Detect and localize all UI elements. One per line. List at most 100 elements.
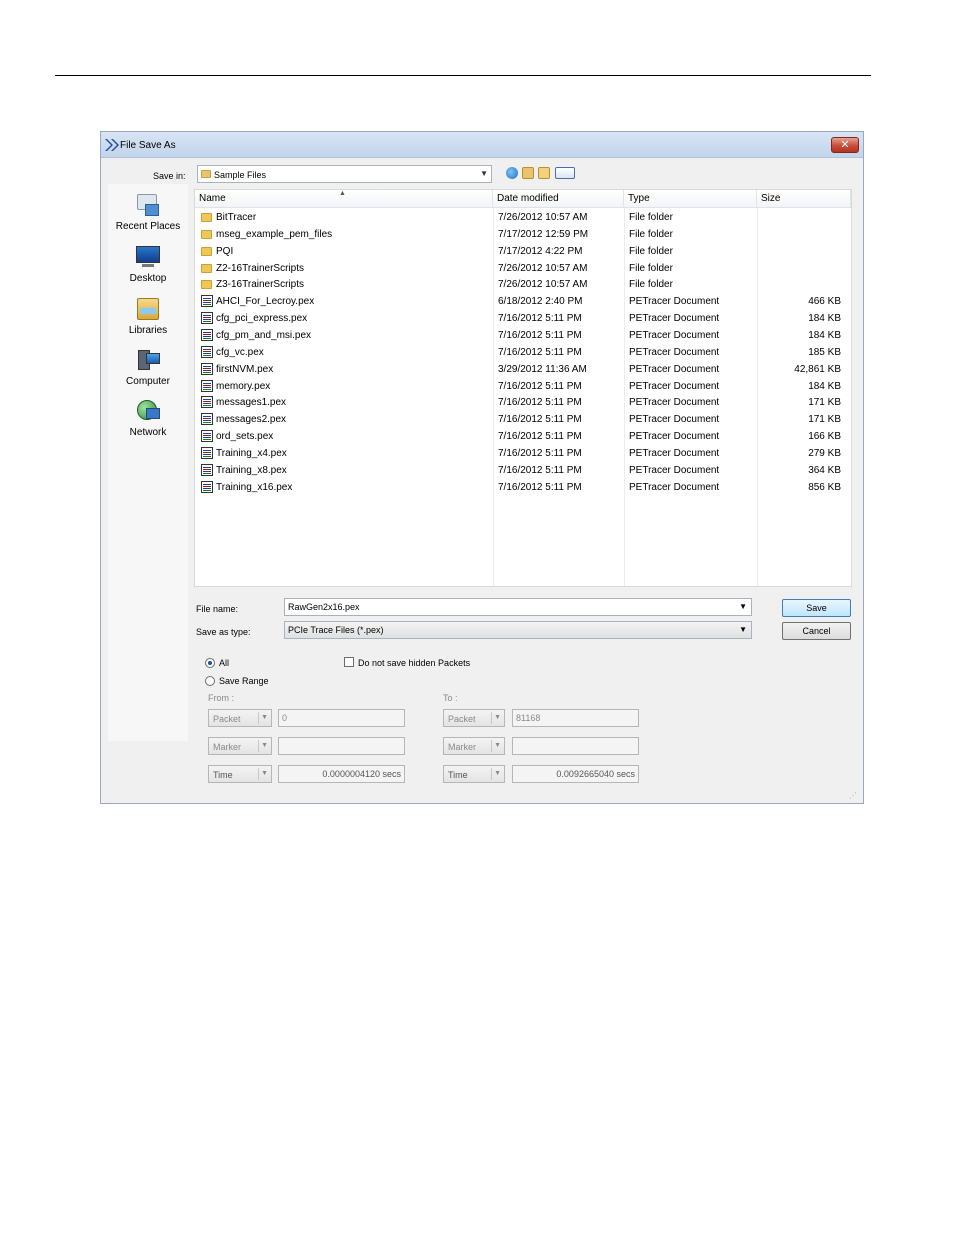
file-row[interactable]: messages2.pex 7/16/2012 5:11 PM PETracer D… bbox=[195, 411, 851, 428]
file-list[interactable]: Name ▲ Date modified Type Size BitTracer… bbox=[194, 189, 852, 587]
save-as-type-dropdown[interactable]: PCIe Trace Files (*.pex) ▼ bbox=[284, 621, 752, 639]
to-marker-unit: Marker bbox=[448, 742, 477, 752]
to-packet-input[interactable]: 81168 bbox=[512, 709, 639, 727]
column-header-date[interactable]: Date modified bbox=[493, 190, 624, 207]
place-computer[interactable]: Computer bbox=[108, 347, 188, 387]
save-in-dropdown[interactable]: Sample Files ▼ bbox=[197, 165, 492, 183]
from-time-unit: Time bbox=[213, 770, 233, 780]
column-header-size[interactable]: Size bbox=[757, 190, 851, 207]
pex-file-icon bbox=[201, 446, 213, 459]
column-name-label: Name bbox=[199, 193, 226, 204]
hidden-packets-checkbox[interactable] bbox=[344, 657, 354, 667]
file-size-cell: 184 KB bbox=[808, 313, 841, 325]
file-type-cell: File folder bbox=[629, 279, 673, 291]
file-row[interactable]: Training_x4.pex 7/16/2012 5:11 PM PETracer… bbox=[195, 445, 851, 462]
back-icon[interactable] bbox=[506, 167, 518, 179]
to-time-input[interactable]: 0.0092665040 secs bbox=[512, 765, 639, 783]
save-in-value: Sample Files bbox=[214, 170, 267, 180]
file-name-value: RawGen2x16.pex bbox=[288, 602, 360, 612]
to-marker-unit-dropdown[interactable]: Marker ▼ bbox=[443, 737, 505, 755]
file-row[interactable]: BitTracer 7/26/2012 10:57 AM File folder bbox=[195, 209, 851, 226]
file-row[interactable]: Z3-16TrainerScripts 7/26/2012 10:57 AM Fil… bbox=[195, 276, 851, 293]
file-type-cell: File folder bbox=[629, 212, 673, 223]
to-time-unit-dropdown[interactable]: Time ▼ bbox=[443, 765, 505, 783]
cancel-button[interactable]: Cancel bbox=[782, 622, 851, 640]
from-packet-unit-dropdown[interactable]: Packet ▼ bbox=[208, 709, 272, 727]
file-row[interactable]: memory.pex 7/16/2012 5:11 PM PETracer Docu… bbox=[195, 378, 851, 395]
file-type-cell: File folder bbox=[629, 262, 673, 274]
from-marker-unit-dropdown[interactable]: Marker ▼ bbox=[208, 737, 272, 755]
file-row[interactable]: Training_x16.pex 7/16/2012 5:11 PM PETrace… bbox=[195, 479, 851, 496]
place-desktop[interactable]: Desktop bbox=[108, 244, 188, 284]
file-date-cell: 7/17/2012 4:22 PM bbox=[498, 245, 583, 257]
place-network[interactable]: Network bbox=[108, 398, 188, 438]
save-button[interactable]: Save bbox=[782, 599, 851, 617]
file-size-cell: 184 KB bbox=[808, 329, 841, 341]
place-label: Network bbox=[129, 427, 167, 438]
to-marker-input[interactable] bbox=[512, 737, 639, 755]
file-name-cell: BitTracer bbox=[216, 212, 257, 223]
header-divider bbox=[195, 207, 851, 208]
pex-file-icon bbox=[201, 328, 213, 341]
from-marker-input[interactable] bbox=[278, 737, 405, 755]
file-row[interactable]: Z2-16TrainerScripts 7/26/2012 10:57 AM Fil… bbox=[195, 260, 851, 277]
file-type-cell: PETracer Document bbox=[629, 447, 720, 459]
file-row[interactable]: messages1.pex 7/16/2012 5:11 PM PETracer D… bbox=[195, 394, 851, 411]
pex-file-icon bbox=[201, 396, 213, 409]
from-time-unit-dropdown[interactable]: Time ▼ bbox=[208, 765, 272, 783]
column-header-name[interactable]: Name ▲ bbox=[195, 190, 493, 207]
file-row[interactable]: AHCI_For_Lecroy.pex 6/18/2012 2:40 PM PETr… bbox=[195, 293, 851, 310]
to-time-unit: Time bbox=[448, 770, 468, 780]
file-type-cell: PETracer Document bbox=[629, 414, 720, 426]
save-range-radio[interactable] bbox=[205, 676, 215, 686]
to-packet-unit: Packet bbox=[448, 714, 476, 724]
file-row[interactable]: cfg_pci_express.pex 7/16/2012 5:11 PM PETr… bbox=[195, 310, 851, 327]
computer-icon bbox=[134, 347, 162, 373]
from-time-input[interactable]: 0.0000004120 secs bbox=[278, 765, 405, 783]
place-label: Libraries bbox=[128, 325, 168, 336]
file-name-input[interactable]: RawGen2x16.pex ▼ bbox=[284, 598, 752, 616]
file-date-cell: 3/29/2012 11:36 AM bbox=[498, 363, 587, 375]
file-row[interactable]: mseg_example_pem_files 7/17/2012 12:59 PM… bbox=[195, 226, 851, 243]
chevron-down-icon: ▼ bbox=[261, 714, 268, 721]
file-row[interactable]: Training_x8.pex 7/16/2012 5:11 PM PETracer… bbox=[195, 462, 851, 479]
chevron-down-icon: ▼ bbox=[494, 714, 501, 721]
new-folder-icon[interactable] bbox=[538, 167, 550, 179]
folder-icon bbox=[201, 280, 212, 290]
file-name-cell: PQI bbox=[216, 245, 234, 257]
to-packet-unit-dropdown[interactable]: Packet ▼ bbox=[443, 709, 505, 727]
file-date-cell: 7/16/2012 5:11 PM bbox=[498, 414, 582, 426]
file-name-cell: Training_x4.pex bbox=[216, 447, 287, 459]
chevron-down-icon[interactable]: ▼ bbox=[739, 602, 747, 611]
file-size-cell: 279 KB bbox=[808, 447, 841, 459]
file-size-cell: 166 KB bbox=[808, 431, 841, 443]
chevron-down-icon: ▼ bbox=[494, 770, 501, 777]
up-folder-icon[interactable] bbox=[522, 167, 534, 179]
chevron-down-icon: ▼ bbox=[261, 770, 268, 777]
all-label: All bbox=[219, 658, 230, 668]
to-time-value: 0.0092665040 secs bbox=[556, 769, 635, 779]
resize-grip-icon[interactable]: ⋰ bbox=[849, 791, 857, 800]
chevron-down-icon: ▼ bbox=[261, 742, 268, 749]
title-bar[interactable]: File Save As ✕ bbox=[101, 132, 863, 158]
file-row[interactable]: cfg_pm_and_msi.pex 7/16/2012 5:11 PM PETra… bbox=[195, 327, 851, 344]
place-libraries[interactable]: Libraries bbox=[108, 296, 188, 336]
folder-icon bbox=[201, 213, 212, 222]
pex-file-icon bbox=[201, 362, 213, 375]
file-row[interactable]: firstNVM.pex 3/29/2012 11:36 AM PETracer D… bbox=[195, 361, 851, 378]
file-name-cell: Training_x8.pex bbox=[216, 464, 287, 476]
hidden-packets-label: Do not save hidden Packets bbox=[358, 658, 471, 668]
file-row[interactable]: ord_sets.pex 7/16/2012 5:11 PM PETracer Do… bbox=[195, 428, 851, 445]
app-logo-icon bbox=[105, 139, 119, 151]
file-row[interactable]: PQI 7/17/2012 4:22 PM File folder bbox=[195, 243, 851, 260]
place-recent-places[interactable]: Recent Places bbox=[108, 192, 188, 232]
file-type-cell: PETracer Document bbox=[629, 431, 720, 443]
all-radio[interactable] bbox=[205, 658, 215, 668]
file-type-cell: File folder bbox=[629, 228, 673, 240]
column-header-type[interactable]: Type bbox=[624, 190, 757, 207]
file-row[interactable]: cfg_vc.pex 7/16/2012 5:11 PM PETracer Docu… bbox=[195, 344, 851, 361]
file-type-cell: PETracer Document bbox=[629, 481, 720, 493]
close-button[interactable]: ✕ bbox=[831, 137, 859, 153]
view-menu-icon[interactable] bbox=[555, 167, 575, 179]
from-packet-input[interactable]: 0 bbox=[278, 709, 405, 727]
